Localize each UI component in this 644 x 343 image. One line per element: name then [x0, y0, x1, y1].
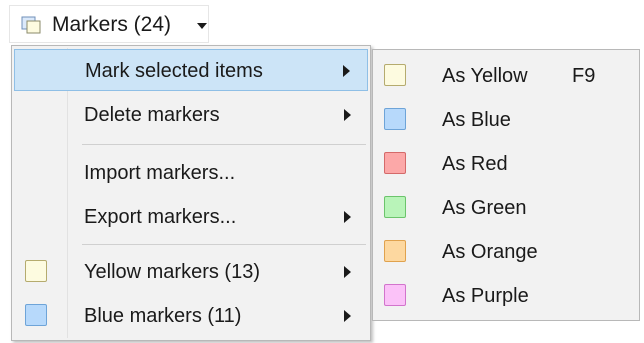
mark-selected-submenu: As Yellow F9 As Blue As Red As Green As … — [372, 49, 640, 321]
submenu-item-as-purple[interactable]: As Purple — [375, 273, 637, 317]
menu-item-label: Mark selected items — [85, 60, 263, 82]
submenu-item-label: As Orange — [442, 241, 538, 263]
red-swatch-icon — [384, 152, 406, 174]
menu-separator — [82, 144, 366, 145]
orange-swatch-icon — [384, 240, 406, 262]
menu-item-label: Import markers... — [84, 162, 236, 184]
menu-item-mark-selected-items[interactable]: Mark selected items — [14, 49, 368, 91]
submenu-item-as-blue[interactable]: As Blue — [375, 97, 637, 141]
markers-button-label: Markers (24) — [52, 13, 172, 36]
submenu-arrow-icon — [344, 109, 351, 121]
menu-item-delete-markers[interactable]: Delete markers — [14, 94, 368, 136]
yellow-swatch-icon — [25, 260, 47, 282]
menu-item-label: Blue markers (11) — [84, 305, 242, 327]
markers-menu: Mark selected items Delete markers Impor… — [11, 45, 371, 341]
blue-swatch-icon — [384, 108, 406, 130]
shortcut-label: F9 — [572, 65, 596, 87]
menu-item-label: Export markers... — [84, 206, 237, 228]
menu-item-label: Yellow markers (13) — [84, 261, 260, 283]
submenu-arrow-icon — [344, 266, 351, 278]
submenu-item-label: As Red — [442, 153, 508, 175]
menu-item-import-markers[interactable]: Import markers... — [14, 152, 368, 194]
markers-icon — [21, 16, 41, 34]
purple-swatch-icon — [384, 284, 406, 306]
menu-item-label: Delete markers — [84, 104, 220, 126]
submenu-item-label: As Yellow — [442, 65, 528, 87]
submenu-item-as-red[interactable]: As Red — [375, 141, 637, 185]
menu-item-blue-markers[interactable]: Blue markers (11) — [14, 295, 368, 337]
submenu-item-as-green[interactable]: As Green — [375, 185, 637, 229]
submenu-item-as-orange[interactable]: As Orange — [375, 229, 637, 273]
menu-separator — [82, 244, 366, 245]
submenu-item-label: As Purple — [442, 285, 529, 307]
submenu-arrow-icon — [344, 310, 351, 322]
green-swatch-icon — [384, 196, 406, 218]
submenu-arrow-icon — [344, 211, 351, 223]
chevron-down-icon — [197, 23, 207, 29]
submenu-item-label: As Blue — [442, 109, 511, 131]
submenu-arrow-icon — [343, 65, 350, 77]
yellow-swatch-icon — [384, 64, 406, 86]
blue-swatch-icon — [25, 304, 47, 326]
menu-item-yellow-markers[interactable]: Yellow markers (13) — [14, 251, 368, 293]
submenu-item-as-yellow[interactable]: As Yellow F9 — [375, 53, 637, 97]
menu-item-export-markers[interactable]: Export markers... — [14, 196, 368, 238]
markers-dropdown-button[interactable]: Markers (24) — [9, 5, 209, 43]
submenu-item-label: As Green — [442, 197, 527, 219]
